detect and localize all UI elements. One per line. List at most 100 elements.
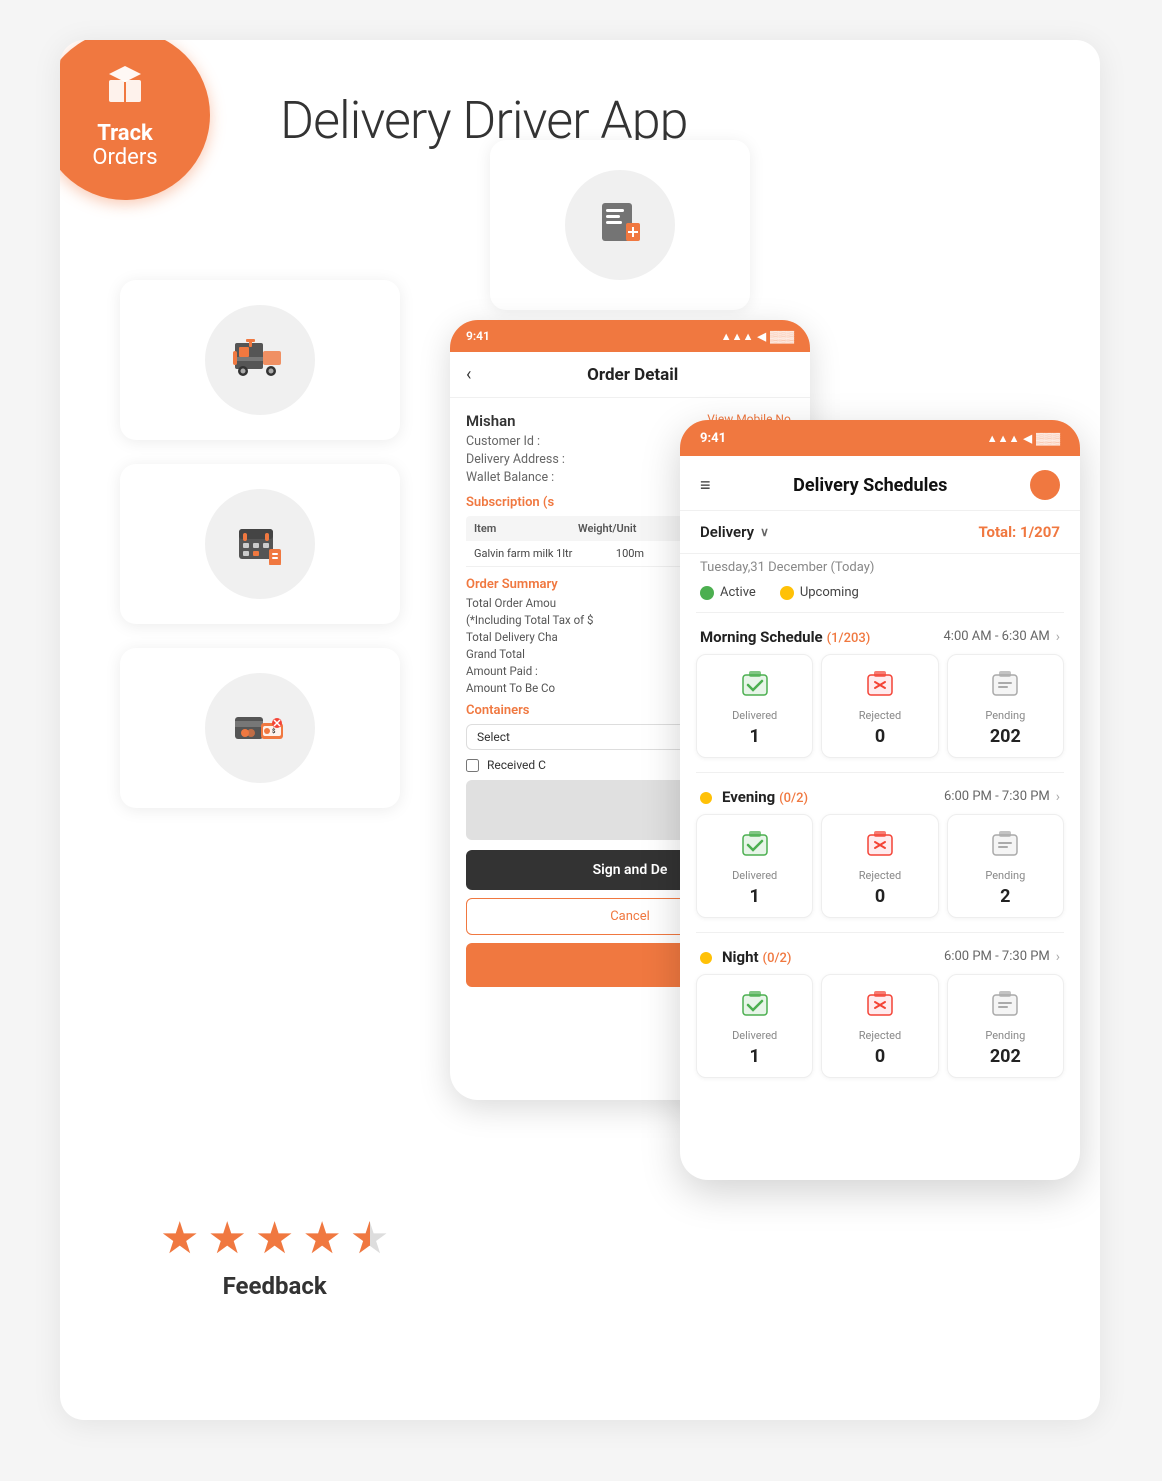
- evening-status-dot: [700, 792, 712, 804]
- night-rejected-icon: [860, 985, 900, 1025]
- customer-id-label: Customer Id :: [466, 434, 540, 449]
- evening-pending-card[interactable]: Pending 2: [947, 814, 1064, 918]
- night-rejected-card[interactable]: Rejected 0: [821, 974, 938, 1078]
- morning-title-group: Morning Schedule (1/203): [700, 627, 870, 646]
- main-container: Track Orders Delivery Driver App: [60, 40, 1100, 1420]
- night-time: 6:00 PM - 7:30 PM: [944, 949, 1050, 964]
- pending-value-morning: 202: [990, 726, 1021, 747]
- star-5-half: ★ ★: [350, 1212, 389, 1264]
- ds-header-dot[interactable]: [1030, 470, 1060, 500]
- evening-time-group: 6:00 PM - 7:30 PM ›: [944, 789, 1060, 805]
- night-pending-card[interactable]: Pending 202: [947, 974, 1064, 1078]
- ds-date-display: Tuesday,31 December (Today): [680, 554, 1080, 585]
- delivered-label-evening: Delivered: [732, 869, 777, 882]
- night-schedule-section: Night (0/2) 6:00 PM - 7:30 PM ›: [680, 937, 1080, 1092]
- night-status-dot: [700, 952, 712, 964]
- night-time-group: 6:00 PM - 7:30 PM ›: [944, 949, 1060, 965]
- ds-battery-icon: ▓▓▓: [1036, 432, 1060, 445]
- top-center-feature-card[interactable]: [490, 140, 750, 310]
- morning-chevron-icon: ›: [1056, 629, 1060, 645]
- ds-filter-row: Delivery ∨ Total: 1/207: [680, 511, 1080, 554]
- feedback-label: Feedback: [223, 1272, 327, 1300]
- ds-signal-icon: ▲▲▲: [987, 432, 1020, 445]
- pending-value-evening: 2: [1000, 886, 1010, 907]
- received-checkbox[interactable]: [466, 759, 479, 772]
- evening-time: 6:00 PM - 7:30 PM: [944, 789, 1050, 804]
- evening-title: Evening: [722, 788, 775, 806]
- delivery-icon-circle-1: [205, 305, 315, 415]
- evening-cards: Delivered 1 Rejected 0: [696, 814, 1064, 918]
- evening-chevron-icon: ›: [1056, 789, 1060, 805]
- morning-schedule-header[interactable]: Morning Schedule (1/203) 4:00 AM - 6:30 …: [696, 617, 1064, 654]
- ds-screen-header: ≡ Delivery Schedules: [680, 456, 1080, 511]
- orders-label: Orders: [92, 146, 157, 170]
- star-1: ★: [160, 1212, 199, 1264]
- night-cards: Delivered 1 Rejected 0: [696, 974, 1064, 1078]
- star-3: ★: [255, 1212, 294, 1264]
- col-item: Item: [474, 522, 578, 535]
- delivered-value-night: 1: [750, 1046, 760, 1067]
- morning-pending-card[interactable]: Pending 202: [947, 654, 1064, 758]
- select-label: Select: [477, 730, 510, 744]
- active-label: Active: [720, 585, 756, 600]
- morning-cards: Delivered 1 Rejected 0: [696, 654, 1064, 758]
- delivered-value-evening: 1: [750, 886, 760, 907]
- hamburger-menu-icon[interactable]: ≡: [700, 475, 711, 496]
- rejected-icon: [860, 665, 900, 705]
- back-button[interactable]: ‹: [466, 364, 471, 385]
- ds-wifi-icon: ◀: [1023, 432, 1031, 445]
- track-label: Track: [97, 122, 153, 146]
- night-schedule-header[interactable]: Night (0/2) 6:00 PM - 7:30 PM ›: [696, 937, 1064, 974]
- delivery-filter-button[interactable]: Delivery ∨: [700, 523, 769, 541]
- delivery-address-label: Delivery Address :: [466, 452, 565, 467]
- ds-screen-title: Delivery Schedules: [793, 475, 947, 496]
- evening-pending-icon: [985, 825, 1025, 865]
- morning-delivered-card[interactable]: Delivered 1: [696, 654, 813, 758]
- feature-card-2[interactable]: [120, 464, 400, 624]
- col-weight: Weight/Unit: [578, 522, 682, 535]
- star-2: ★: [207, 1212, 246, 1264]
- battery-icon-1: ▓▓▓: [770, 330, 794, 343]
- feedback-section: ★ ★ ★ ★ ★ ★ Feedback: [160, 1212, 389, 1300]
- evening-rejected-card[interactable]: Rejected 0: [821, 814, 938, 918]
- order-detail-icon-circle: [565, 170, 675, 280]
- time-display-1: 9:41: [466, 329, 490, 343]
- feature-card-3[interactable]: $: [120, 648, 400, 808]
- rejected-label-night: Rejected: [859, 1029, 901, 1042]
- evening-schedule-header[interactable]: Evening (0/2) 6:00 PM - 7:30 PM ›: [696, 777, 1064, 814]
- morning-schedule-section: Morning Schedule (1/203) 4:00 AM - 6:30 …: [680, 617, 1080, 772]
- delivery-charge-label: Total Delivery Cha: [466, 630, 558, 644]
- morning-count: (1/203): [827, 631, 871, 646]
- schedule-icon-circle: [205, 489, 315, 599]
- evening-delivered-card[interactable]: Delivered 1: [696, 814, 813, 918]
- ds-legend: Active Upcoming: [680, 585, 1080, 612]
- night-title-group: Night (0/2): [700, 947, 791, 966]
- total-order-label: Total Order Amou: [466, 596, 556, 610]
- section-divider-2: [696, 772, 1064, 773]
- upcoming-label: Upcoming: [800, 585, 859, 600]
- morning-rejected-card[interactable]: Rejected 0: [821, 654, 938, 758]
- item-name: Galvin farm milk 1ltr: [474, 547, 578, 560]
- delivery-schedules-screen: 9:41 ▲▲▲ ◀ ▓▓▓ ≡ Delivery Schedules Deli…: [680, 420, 1080, 1180]
- feature-cards-column: $: [120, 280, 400, 808]
- section-divider-1: [696, 612, 1064, 613]
- total-display: Total: 1/207: [978, 523, 1060, 541]
- night-delivered-card[interactable]: Delivered 1: [696, 974, 813, 1078]
- delivered-label-night: Delivered: [732, 1029, 777, 1042]
- payment-icon-circle: $: [205, 673, 315, 783]
- night-pending-icon: [985, 985, 1025, 1025]
- pending-label-morning: Pending: [985, 709, 1025, 722]
- night-title: Night: [722, 948, 759, 966]
- ds-time: 9:41: [700, 431, 726, 446]
- ds-status-bar: 9:41 ▲▲▲ ◀ ▓▓▓: [680, 420, 1080, 456]
- evening-count: (0/2): [779, 791, 808, 806]
- package-icon: [101, 60, 149, 118]
- pending-value-night: 202: [990, 1046, 1021, 1067]
- feature-card-1[interactable]: [120, 280, 400, 440]
- total-label: Total:: [978, 523, 1016, 541]
- track-orders-badge[interactable]: Track Orders: [60, 40, 210, 200]
- delivery-filter-label: Delivery: [700, 523, 754, 541]
- filter-chevron-icon: ∨: [760, 525, 769, 539]
- order-detail-header: ‹ Order Detail: [450, 352, 810, 398]
- star-4: ★: [302, 1212, 341, 1264]
